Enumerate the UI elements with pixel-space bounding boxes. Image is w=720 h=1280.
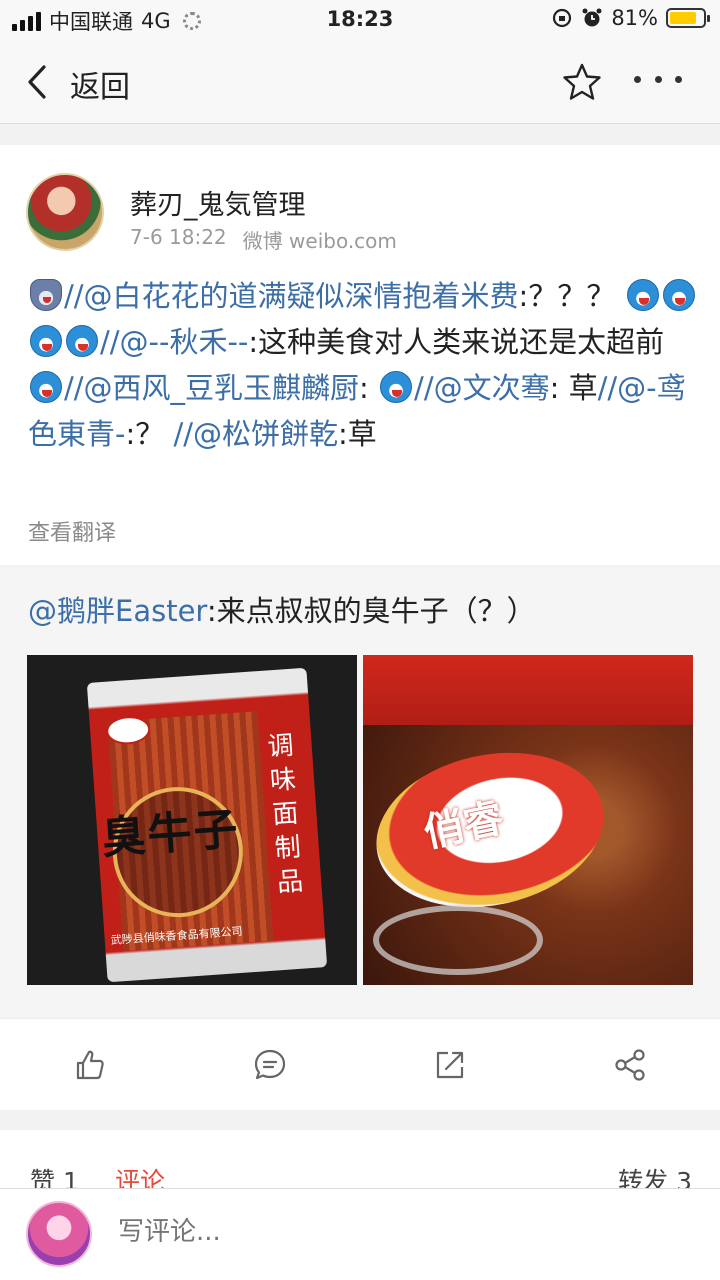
- battery-level: [670, 12, 696, 24]
- package-side-text: 调味面制品: [266, 730, 305, 899]
- post-text-segment: :草: [338, 417, 377, 451]
- post-text-segment: :这种美食对人类来说还是太超前: [248, 325, 665, 359]
- author-name[interactable]: 葬刃_鬼気管理: [130, 183, 306, 222]
- mention-link[interactable]: @鹅胖Easter: [28, 594, 207, 628]
- repost-body: :来点叔叔的臭牛子（？）: [206, 594, 536, 628]
- lock-rotation-icon: [553, 8, 572, 28]
- alarm-icon: [582, 8, 602, 27]
- author-avatar[interactable]: [26, 173, 104, 251]
- post-text-segment: :？？？: [518, 279, 625, 313]
- like-icon: [76, 1050, 104, 1079]
- like-button[interactable]: [0, 1019, 180, 1110]
- mention-link[interactable]: //@--秋禾--: [100, 325, 248, 359]
- nav-bar: 返回: [0, 40, 720, 124]
- mention-link[interactable]: //@白花花的道满疑似深情抱着米费: [64, 279, 519, 313]
- post-text-segment: :？: [125, 417, 174, 451]
- doraemon-emoji-icon: [30, 371, 62, 403]
- star-icon[interactable]: [562, 62, 602, 102]
- doraemon-emoji-icon: [626, 279, 659, 311]
- comment-bar: [0, 1188, 720, 1280]
- action-bar: [0, 1018, 720, 1110]
- doraemon-emoji-icon: [66, 325, 98, 357]
- comment-icon: [254, 1049, 286, 1079]
- translate-link[interactable]: 查看翻译: [28, 515, 116, 547]
- battery-percent: 81%: [611, 6, 658, 30]
- post-source: 微博 weibo.com: [242, 229, 397, 253]
- mention-link[interactable]: //@松饼餅乾: [173, 417, 338, 451]
- share-icon: [615, 1048, 645, 1081]
- mention-link[interactable]: //@西风_豆乳玉麒麟厨: [64, 371, 359, 405]
- repost-icon: [436, 1051, 464, 1078]
- doraemon-emoji-icon: [30, 325, 62, 357]
- comment-button[interactable]: [180, 1019, 360, 1110]
- my-avatar[interactable]: [26, 1201, 92, 1267]
- more-icon[interactable]: [634, 76, 682, 88]
- photo-thumbnail[interactable]: 臭牛子 调味面制品 武陟县俏味香食品有限公司: [27, 655, 357, 985]
- photo-thumbnail[interactable]: 俏睿: [363, 655, 693, 985]
- back-button[interactable]: 返回: [70, 62, 130, 106]
- post-text-segment: :: [359, 371, 379, 405]
- doraemon-emoji-icon: [380, 371, 413, 403]
- status-bar: 中国联通 4G 18:23 81%: [0, 0, 720, 40]
- doraemon-emoji-icon: [662, 279, 695, 311]
- cat-emoji-icon: [30, 279, 62, 311]
- post-text-segment: : 草: [549, 371, 598, 405]
- snack-package: 臭牛子 调味面制品 武陟县俏味香食品有限公司: [86, 667, 328, 983]
- mention-link[interactable]: //@文次骞: [414, 371, 550, 405]
- repost-button[interactable]: [360, 1019, 540, 1110]
- comment-input[interactable]: [118, 1217, 678, 1247]
- post-meta: 7-6 18:22 微博 weibo.com: [130, 225, 397, 254]
- post-text: //@白花花的道满疑似深情抱着米费:？？？ //@--秋禾--:这种美食对人类来…: [28, 273, 698, 457]
- post-time: 7-6 18:22: [130, 225, 227, 249]
- repost-text: @鹅胖Easter:来点叔叔的臭牛子（？）: [28, 589, 536, 633]
- weibo-post: 葬刃_鬼気管理 7-6 18:22 微博 weibo.com //@白花花的道满…: [0, 145, 720, 565]
- interaction-tabs: 赞 1 评论 转发 3: [0, 1130, 720, 1196]
- repost-block[interactable]: @鹅胖Easter:来点叔叔的臭牛子（？） 臭牛子 调味面制品 武陟县俏味香食品…: [0, 567, 720, 1017]
- back-chevron-icon[interactable]: [26, 64, 48, 100]
- share-button[interactable]: [540, 1019, 720, 1110]
- package-title: 臭牛子: [99, 803, 242, 865]
- battery-icon: [666, 8, 710, 28]
